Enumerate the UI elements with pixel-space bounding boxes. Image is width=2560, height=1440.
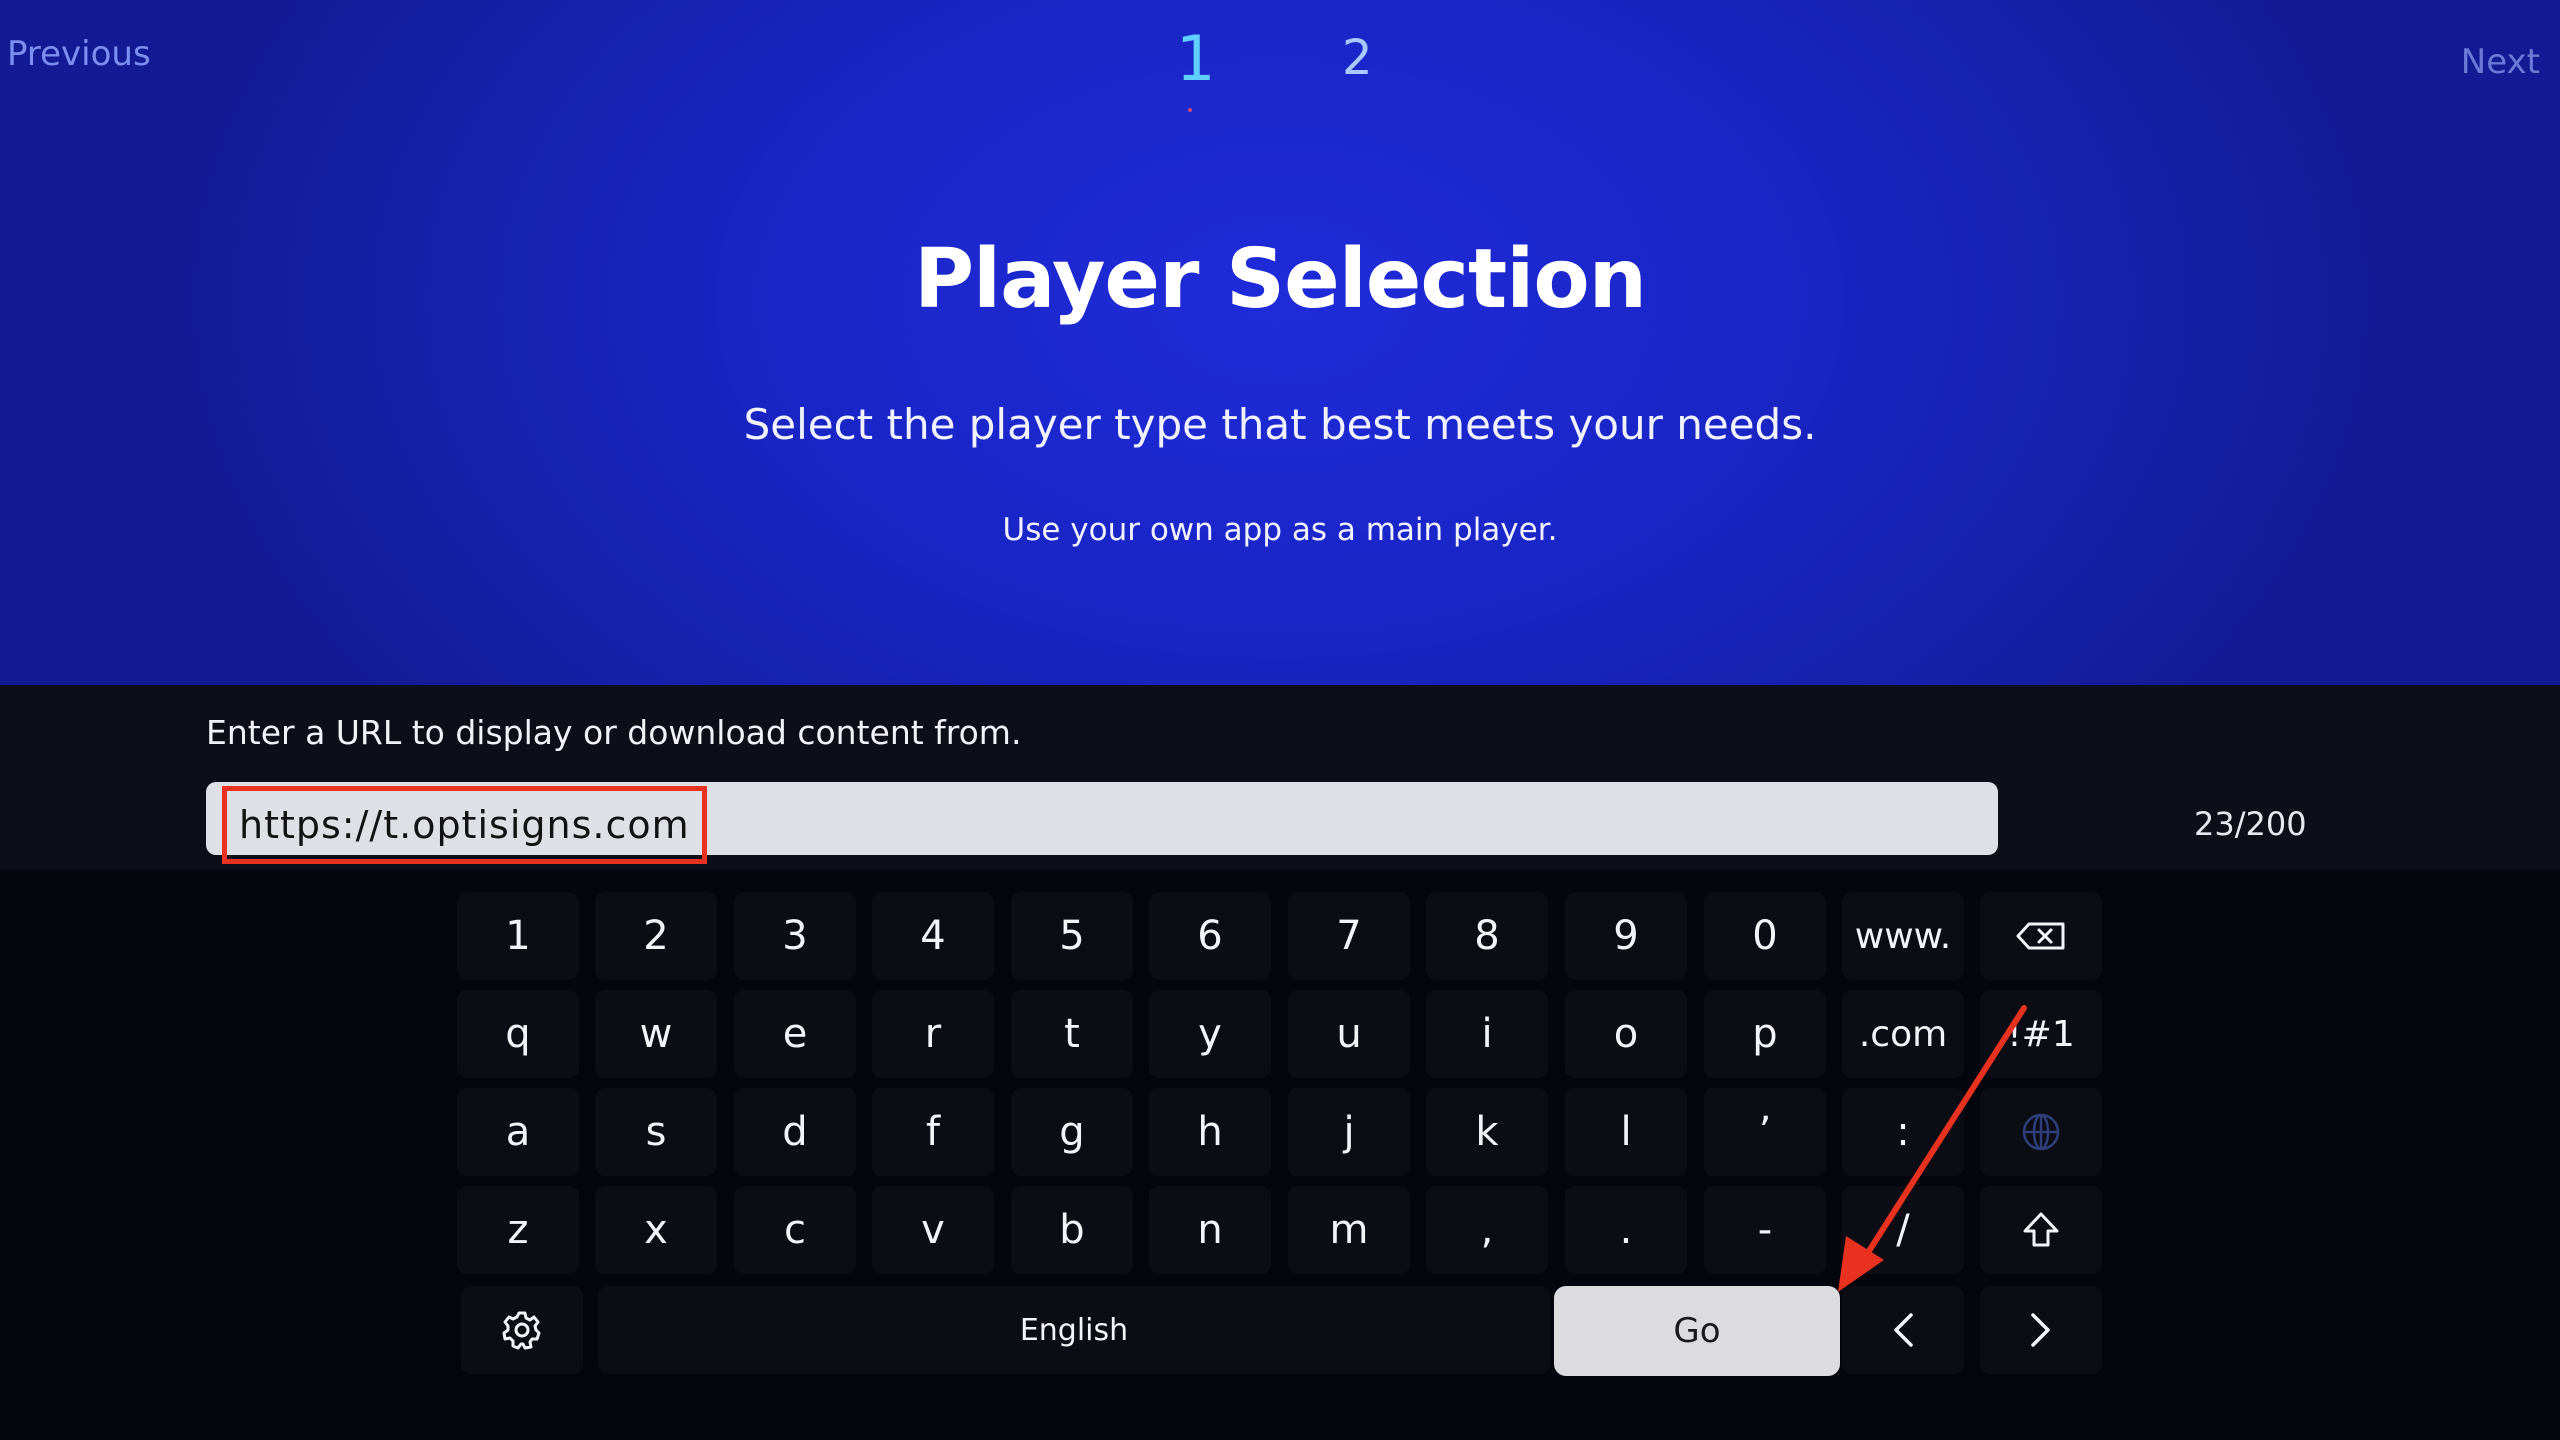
key-x[interactable]: x: [595, 1186, 717, 1274]
key-3[interactable]: 3: [734, 892, 856, 980]
key-4[interactable]: 4: [872, 892, 994, 980]
key-d[interactable]: d: [734, 1088, 856, 1176]
key-6[interactable]: 6: [1149, 892, 1271, 980]
key-k[interactable]: k: [1426, 1088, 1548, 1176]
key-apostrophe[interactable]: ’: [1704, 1088, 1826, 1176]
on-screen-keyboard: 1 2 3 4 5 6 7 8 9 0 www. q w e r t y u i…: [0, 870, 2560, 1440]
gear-icon: [502, 1311, 541, 1350]
key-e[interactable]: e: [734, 990, 856, 1078]
key-v[interactable]: v: [872, 1186, 994, 1274]
backspace-icon: [2016, 922, 2065, 950]
globe-icon: [2022, 1113, 2060, 1151]
key-p[interactable]: p: [1704, 990, 1826, 1078]
key-i[interactable]: i: [1426, 990, 1548, 1078]
key-j[interactable]: j: [1288, 1088, 1410, 1176]
key-0[interactable]: 0: [1704, 892, 1826, 980]
key-cursor-left[interactable]: [1842, 1286, 1964, 1374]
key-cursor-right[interactable]: [1980, 1286, 2102, 1374]
shift-icon: [2023, 1212, 2059, 1247]
key-a[interactable]: a: [457, 1088, 579, 1176]
key-www[interactable]: www.: [1842, 892, 1964, 980]
key-o[interactable]: o: [1565, 990, 1687, 1078]
key-slash[interactable]: /: [1842, 1186, 1964, 1274]
key-m[interactable]: m: [1288, 1186, 1410, 1274]
active-step-dot: [1188, 108, 1192, 112]
key-l[interactable]: l: [1565, 1088, 1687, 1176]
url-input-area: Enter a URL to display or download conte…: [0, 685, 2560, 870]
key-y[interactable]: y: [1149, 990, 1271, 1078]
url-input-value: https://t.optisigns.com: [222, 786, 707, 864]
go-button-label: Go: [1673, 1311, 1721, 1351]
chevron-right-icon: [2031, 1313, 2050, 1347]
key-period[interactable]: .: [1565, 1186, 1687, 1274]
key-dotcom[interactable]: .com: [1842, 990, 1964, 1078]
key-shift[interactable]: [1980, 1186, 2102, 1274]
key-settings[interactable]: [461, 1286, 583, 1374]
key-2[interactable]: 2: [595, 892, 717, 980]
page-subtitle: Select the player type that best meets y…: [743, 400, 1817, 449]
page-hint: Use your own app as a main player.: [1002, 512, 1558, 548]
key-colon[interactable]: :: [1842, 1088, 1964, 1176]
page-title: Player Selection: [913, 232, 1647, 327]
key-8[interactable]: 8: [1426, 892, 1548, 980]
key-language[interactable]: [1980, 1088, 2102, 1176]
key-z[interactable]: z: [457, 1186, 579, 1274]
key-w[interactable]: w: [595, 990, 717, 1078]
key-7[interactable]: 7: [1288, 892, 1410, 980]
key-r[interactable]: r: [872, 990, 994, 1078]
go-button[interactable]: Go: [1554, 1286, 1840, 1376]
key-u[interactable]: u: [1288, 990, 1410, 1078]
key-5[interactable]: 5: [1011, 892, 1133, 980]
character-counter: 23/200: [2194, 805, 2307, 843]
key-symbols[interactable]: !#1: [1980, 990, 2102, 1078]
key-9[interactable]: 9: [1565, 892, 1687, 980]
key-c[interactable]: c: [734, 1186, 856, 1274]
chevron-left-icon: [1894, 1313, 1913, 1347]
step-indicator-1: 1: [1176, 22, 1216, 95]
key-s[interactable]: s: [595, 1088, 717, 1176]
key-b[interactable]: b: [1011, 1186, 1133, 1274]
url-input-label: Enter a URL to display or download conte…: [206, 713, 1022, 752]
keyboard-language-label: English: [1019, 1312, 1129, 1348]
screen: Previous Next 1 2 Player Selection Selec…: [0, 0, 2560, 1440]
previous-button[interactable]: Previous: [7, 34, 151, 74]
key-f[interactable]: f: [872, 1088, 994, 1176]
next-button[interactable]: Next: [2461, 42, 2540, 82]
key-1[interactable]: 1: [457, 892, 579, 980]
setup-panel: Previous Next 1 2 Player Selection Selec…: [0, 0, 2560, 685]
key-g[interactable]: g: [1011, 1088, 1133, 1176]
url-input-field[interactable]: https://t.optisigns.com: [206, 782, 1998, 864]
key-q[interactable]: q: [457, 990, 579, 1078]
key-comma[interactable]: ,: [1426, 1186, 1548, 1274]
key-space-language[interactable]: English: [598, 1286, 1550, 1374]
key-n[interactable]: n: [1149, 1186, 1271, 1274]
key-h[interactable]: h: [1149, 1088, 1271, 1176]
key-t[interactable]: t: [1011, 990, 1133, 1078]
key-hyphen[interactable]: -: [1704, 1186, 1826, 1274]
step-indicator-2: 2: [1342, 30, 1373, 86]
key-backspace[interactable]: [1980, 892, 2102, 980]
